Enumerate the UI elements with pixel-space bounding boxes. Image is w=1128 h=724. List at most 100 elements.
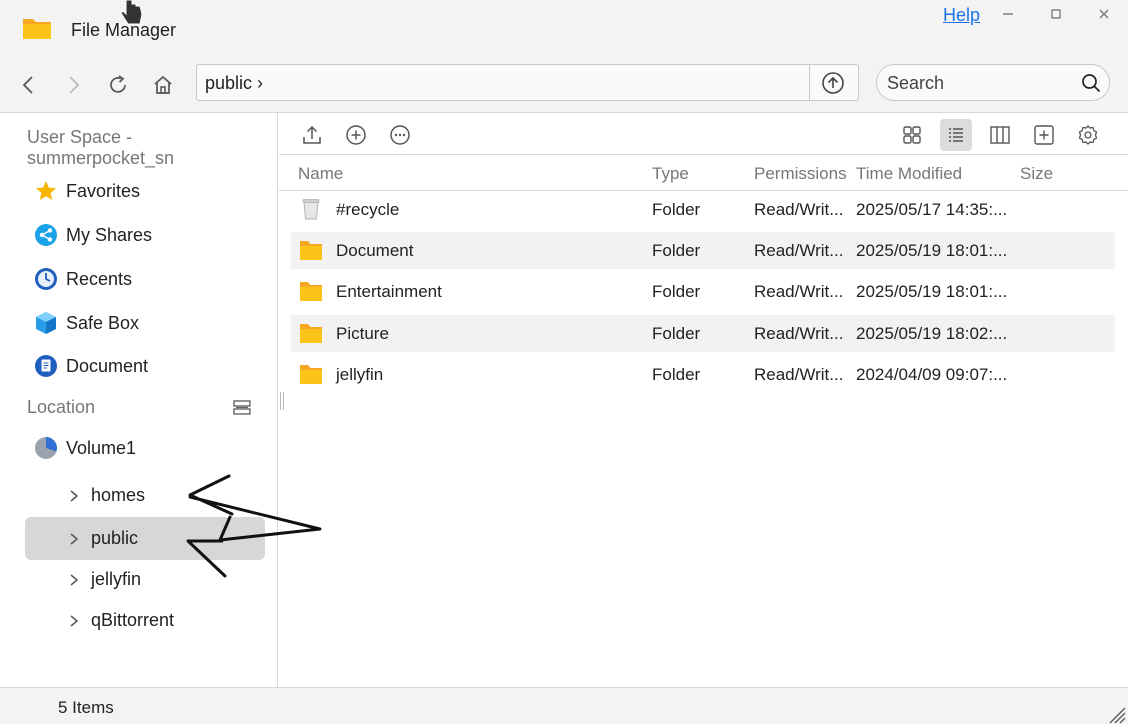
- column-view-icon[interactable]: [988, 123, 1012, 147]
- item-count: 5 Items: [58, 698, 114, 717]
- file-row-jellyfin[interactable]: jellyfin Folder Read/Writ... 2024/04/09 …: [291, 356, 1115, 393]
- location-label: Location: [27, 397, 96, 417]
- file-type: Folder: [652, 282, 701, 301]
- sidebar-item-recents[interactable]: Recents: [34, 264, 132, 294]
- path-bar-divider: [809, 65, 810, 100]
- search-icon[interactable]: [1081, 73, 1101, 93]
- maximize-icon[interactable]: [1046, 4, 1066, 24]
- forward-icon[interactable]: [60, 72, 86, 98]
- recycle-bin-icon: [302, 199, 320, 220]
- file-name: Entertainment: [336, 282, 442, 301]
- tree-item-label: jellyfin: [91, 569, 142, 589]
- document-icon: [34, 354, 58, 378]
- folder-icon: [300, 365, 322, 384]
- column-header-type[interactable]: Type: [652, 164, 689, 184]
- main-frame: User Space - summerpocket_sn Favorites M…: [0, 112, 1128, 724]
- search-input[interactable]: [887, 71, 1077, 95]
- sidebar-item-safe-box[interactable]: Safe Box: [34, 308, 139, 338]
- refresh-icon[interactable]: [105, 72, 131, 98]
- file-time-modified: 2024/04/09 09:07:...: [856, 365, 1008, 384]
- tree-item-label: qBittorrent: [91, 610, 175, 630]
- column-header-row: Name Type Permissions Time Modified Size: [279, 155, 1128, 191]
- folder-icon: [300, 324, 322, 343]
- sidebar-item-label: Recents: [66, 268, 133, 289]
- upload-circle-icon[interactable]: [821, 71, 845, 95]
- file-permissions: Read/Writ...: [754, 324, 844, 343]
- folder-app-icon: [23, 19, 51, 39]
- storage-manage-icon[interactable]: [232, 398, 252, 418]
- chevron-right-icon[interactable]: [69, 532, 83, 546]
- safe-box-icon: [34, 311, 58, 335]
- file-row-picture[interactable]: Picture Folder Read/Writ... 2025/05/19 1…: [291, 315, 1115, 352]
- sidebar: User Space - summerpocket_sn Favorites M…: [0, 113, 278, 687]
- chevron-right-icon[interactable]: [69, 489, 83, 503]
- file-time-modified: 2025/05/19 18:01:...: [856, 282, 1008, 301]
- chevron-right-icon[interactable]: [69, 614, 83, 628]
- search-box[interactable]: [876, 64, 1110, 101]
- hand-cursor-icon: [120, 0, 143, 25]
- sidebar-resize-handle[interactable]: [280, 392, 284, 410]
- sidebar-item-label: My Shares: [66, 224, 153, 245]
- new-item-icon[interactable]: [1032, 123, 1056, 147]
- minimize-icon[interactable]: [998, 4, 1018, 24]
- help-link[interactable]: Help: [943, 5, 980, 26]
- file-permissions: Read/Writ...: [754, 241, 844, 260]
- tree-item-qbittorrent[interactable]: qBittorrent: [25, 599, 265, 642]
- sidebar-item-favorites[interactable]: Favorites: [34, 176, 140, 206]
- volume-pie-icon: [34, 436, 58, 460]
- file-type: Folder: [652, 324, 701, 343]
- file-name: #recycle: [336, 200, 400, 219]
- tree-item-label: homes: [91, 485, 146, 505]
- file-type: Folder: [652, 200, 701, 219]
- column-header-name[interactable]: Name: [298, 164, 343, 184]
- file-row-entertainment[interactable]: Entertainment Folder Read/Writ... 2025/0…: [291, 273, 1115, 310]
- upload-icon[interactable]: [300, 123, 324, 147]
- sidebar-item-label: Document: [66, 355, 149, 376]
- status-bar: 5 Items: [0, 687, 1128, 724]
- sidebar-item-label: Volume1: [66, 437, 137, 458]
- path-bar[interactable]: public ›: [196, 64, 859, 101]
- file-time-modified: 2025/05/19 18:01:...: [856, 241, 1008, 260]
- column-header-size[interactable]: Size: [1020, 164, 1053, 184]
- star-icon: [34, 179, 58, 203]
- close-icon[interactable]: [1094, 4, 1114, 24]
- folder-icon: [300, 241, 322, 260]
- sidebar-item-label: Favorites: [66, 180, 141, 201]
- window-resize-grip-icon[interactable]: [1106, 704, 1126, 724]
- share-icon: [34, 223, 58, 247]
- sidebar-item-document[interactable]: Document: [34, 351, 148, 381]
- grid-view-icon[interactable]: [900, 123, 924, 147]
- file-toolbar: [279, 113, 1128, 155]
- file-permissions: Read/Writ...: [754, 200, 844, 219]
- column-header-time-modified[interactable]: Time Modified: [856, 164, 962, 184]
- tree-item-homes[interactable]: homes: [25, 474, 265, 517]
- chevron-right-icon[interactable]: [69, 573, 83, 587]
- file-type: Folder: [652, 241, 701, 260]
- file-time-modified: 2025/05/17 14:35:...: [856, 200, 1008, 219]
- file-row-document[interactable]: Document Folder Read/Writ... 2025/05/19 …: [291, 232, 1115, 269]
- tree-item-label: public: [91, 528, 139, 548]
- add-circle-icon[interactable]: [344, 123, 368, 147]
- clock-icon: [34, 267, 58, 291]
- sidebar-item-volume1[interactable]: Volume1: [34, 433, 136, 463]
- file-permissions: Read/Writ...: [754, 365, 844, 384]
- sidebar-item-my-shares[interactable]: My Shares: [34, 220, 152, 250]
- tree-item-jellyfin[interactable]: jellyfin: [25, 558, 265, 601]
- more-options-icon[interactable]: [388, 123, 412, 147]
- file-time-modified: 2025/05/19 18:02:...: [856, 324, 1008, 343]
- back-icon[interactable]: [16, 72, 42, 98]
- file-row-recycle[interactable]: #recycle Folder Read/Writ... 2025/05/17 …: [291, 191, 1115, 228]
- list-view-icon[interactable]: [940, 119, 972, 151]
- file-type: Folder: [652, 365, 701, 384]
- file-name: Document: [336, 241, 414, 260]
- tree-item-public[interactable]: public: [25, 517, 265, 560]
- home-icon[interactable]: [150, 72, 176, 98]
- folder-icon: [300, 282, 322, 301]
- file-name: jellyfin: [336, 365, 384, 384]
- breadcrumb[interactable]: public ›: [205, 73, 263, 94]
- file-list-pane: Name Type Permissions Time Modified Size…: [279, 113, 1128, 687]
- settings-gear-icon[interactable]: [1076, 123, 1100, 147]
- column-header-permissions[interactable]: Permissions: [754, 164, 847, 184]
- file-permissions: Read/Writ...: [754, 282, 844, 301]
- title-bar: File Manager Help: [0, 0, 1128, 56]
